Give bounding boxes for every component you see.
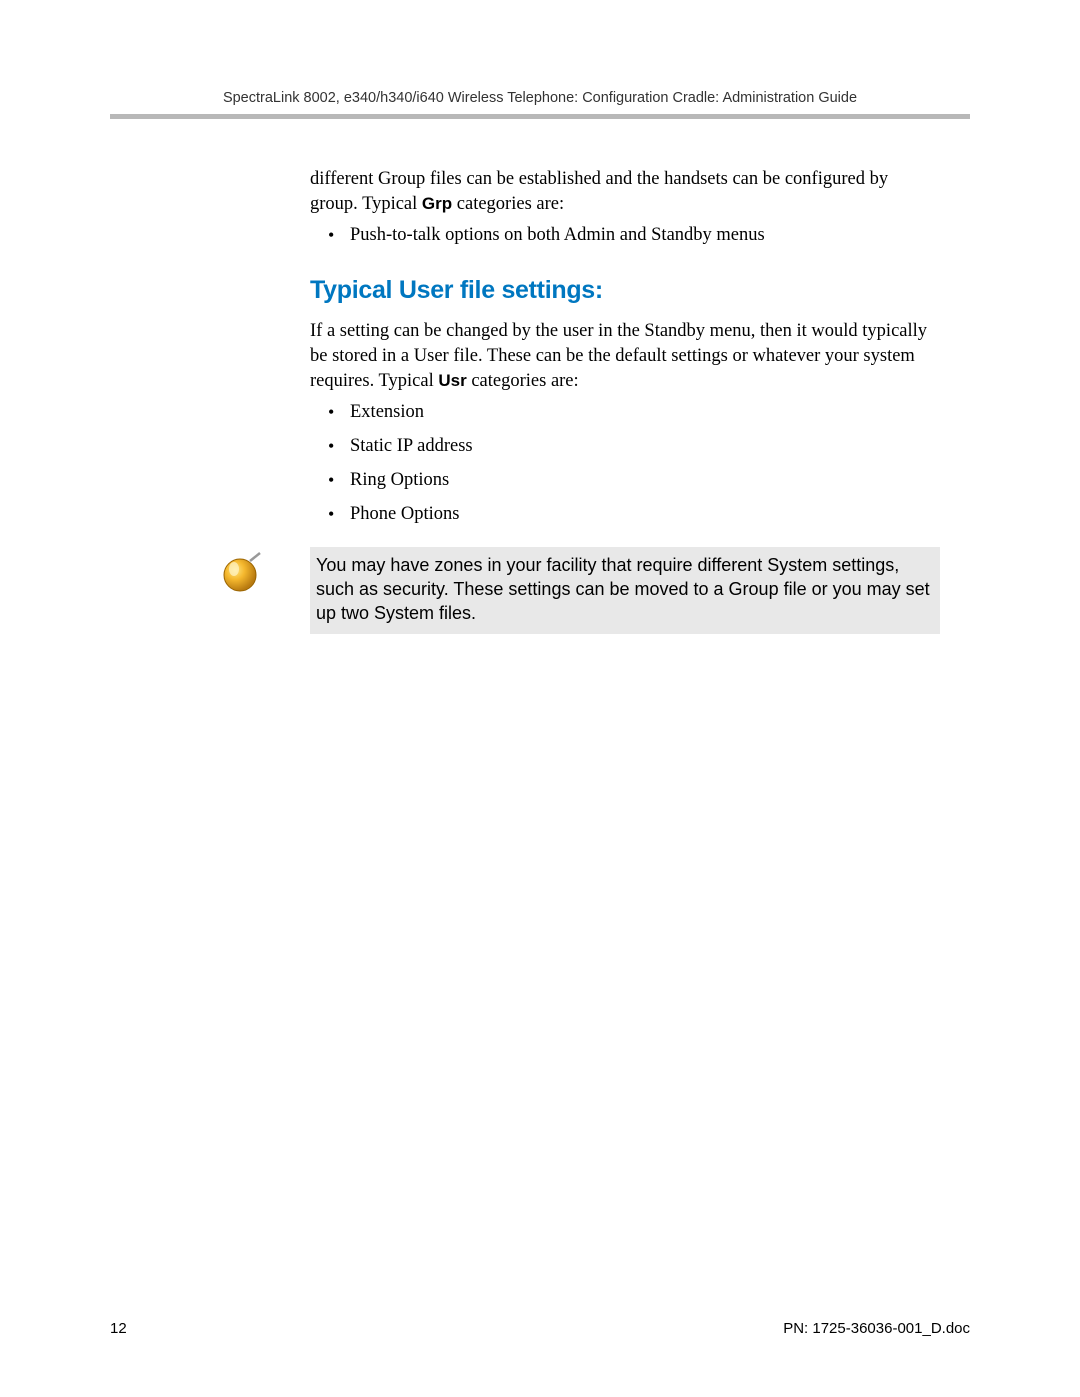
list-item: Push-to-talk options on both Admin and S… <box>310 223 940 248</box>
list-item: Extension <box>310 400 940 425</box>
section-text-1: If a setting can be changed by the user … <box>310 321 927 391</box>
section-paragraph: If a setting can be changed by the user … <box>310 319 940 394</box>
list-item: Ring Options <box>310 468 940 493</box>
page-number: 12 <box>110 1320 127 1337</box>
second-bullet-list: Extension Static IP address Ring Options… <box>310 400 940 527</box>
section-bold: Usr <box>438 371 466 390</box>
section-text-2: categories are: <box>467 371 579 391</box>
list-item: Static IP address <box>310 434 940 459</box>
intro-text-1: different Group files can be established… <box>310 169 888 214</box>
note-box: You may have zones in your facility that… <box>310 547 940 634</box>
intro-bold: Grp <box>422 194 452 213</box>
note-container: You may have zones in your facility that… <box>220 547 940 634</box>
header-divider <box>110 114 970 119</box>
document-page: SpectraLink 8002, e340/h340/i640 Wireles… <box>0 0 1080 1397</box>
page-content: different Group files can be established… <box>310 167 940 634</box>
page-header: SpectraLink 8002, e340/h340/i640 Wireles… <box>110 90 970 114</box>
section-heading: Typical User file settings: <box>310 276 940 305</box>
list-item: Phone Options <box>310 502 940 527</box>
first-bullet-list: Push-to-talk options on both Admin and S… <box>310 223 940 248</box>
intro-text-2: categories are: <box>452 194 564 214</box>
pushpin-icon <box>220 551 264 595</box>
intro-paragraph: different Group files can be established… <box>310 167 940 217</box>
page-footer: 12 PN: 1725-36036-001_D.doc <box>110 1320 970 1337</box>
doc-reference: PN: 1725-36036-001_D.doc <box>783 1320 970 1337</box>
